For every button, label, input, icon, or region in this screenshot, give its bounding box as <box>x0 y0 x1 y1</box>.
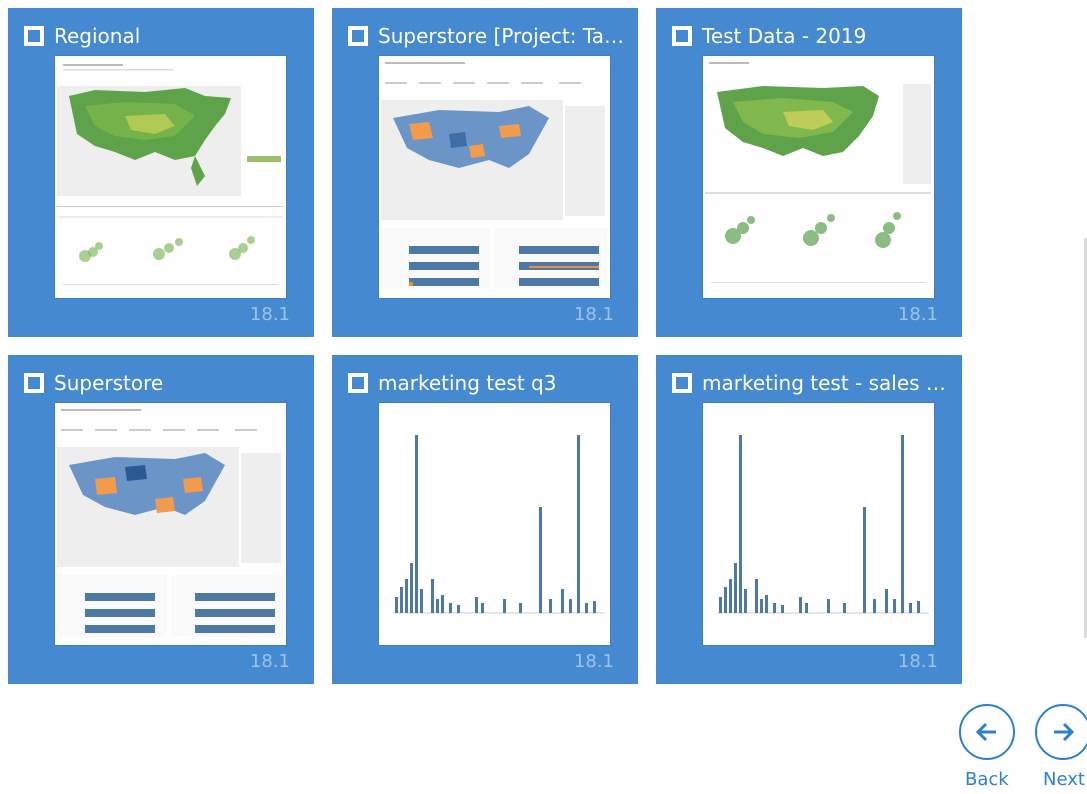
select-checkbox[interactable] <box>24 26 44 46</box>
version-label: 18.1 <box>249 304 290 325</box>
next-label[interactable]: Next <box>1043 769 1085 790</box>
bar-chart-preview <box>703 403 934 645</box>
select-checkbox[interactable] <box>348 373 368 393</box>
tile-title: marketing test q3 <box>378 371 557 395</box>
tile-header: Superstore <box>24 366 304 400</box>
workbook-tile-superstore[interactable]: Superstore 18.1 <box>8 355 314 684</box>
next-button[interactable] <box>1035 704 1087 760</box>
regional-dashboard-thumbnail <box>703 56 934 298</box>
version-label: 18.1 <box>897 304 938 325</box>
bar-chart-thumbnail <box>379 403 610 645</box>
version-label: 18.1 <box>573 304 614 325</box>
workbook-tile-superstore-project[interactable]: Superstore [Project: Tabl... 18.1 <box>332 8 638 337</box>
arrow-left-icon <box>975 722 996 742</box>
workbook-tile-marketing-test-sales[interactable]: marketing test - sales b... 18.1 <box>656 355 962 684</box>
version-label: 18.1 <box>897 651 938 672</box>
map-dashboard-preview <box>55 56 286 298</box>
version-label: 18.1 <box>573 651 614 672</box>
select-checkbox[interactable] <box>348 26 368 46</box>
select-checkbox[interactable] <box>672 373 692 393</box>
regional-dashboard-thumbnail <box>55 56 286 298</box>
tile-header: marketing test - sales b... <box>672 366 952 400</box>
tile-title: Superstore [Project: Tabl... <box>378 24 628 48</box>
back-label[interactable]: Back <box>965 769 1009 790</box>
tile-header: Regional <box>24 19 304 53</box>
tile-header: marketing test q3 <box>348 366 628 400</box>
tile-header: Superstore [Project: Tabl... <box>348 19 628 53</box>
tile-header: Test Data - 2019 <box>672 19 952 53</box>
arrow-right-icon <box>1054 722 1075 742</box>
back-button[interactable] <box>959 704 1015 760</box>
tile-title: Superstore <box>54 371 164 395</box>
bar-chart-preview <box>379 403 610 645</box>
tile-title: marketing test - sales b... <box>702 371 952 395</box>
select-checkbox[interactable] <box>672 26 692 46</box>
version-label: 18.1 <box>249 651 290 672</box>
bar-chart-thumbnail <box>703 403 934 645</box>
tile-title: Regional <box>54 24 141 48</box>
workbook-tile-marketing-test-q3[interactable]: marketing test q3 18.1 <box>332 355 638 684</box>
map-dashboard-preview <box>703 56 934 298</box>
superstore-dashboard-thumbnail <box>379 56 610 298</box>
superstore-dashboard-thumbnail <box>55 403 286 645</box>
superstore-preview <box>55 403 286 645</box>
superstore-preview <box>379 56 610 298</box>
workbook-tile-regional[interactable]: Regional 18.1 <box>8 8 314 337</box>
scroll-down-arrow[interactable] <box>1079 658 1087 666</box>
select-checkbox[interactable] <box>24 373 44 393</box>
tile-title: Test Data - 2019 <box>702 24 867 48</box>
scroll-up-arrow[interactable] <box>1079 12 1087 20</box>
workbook-tile-test-data-2019[interactable]: Test Data - 2019 18.1 <box>656 8 962 337</box>
